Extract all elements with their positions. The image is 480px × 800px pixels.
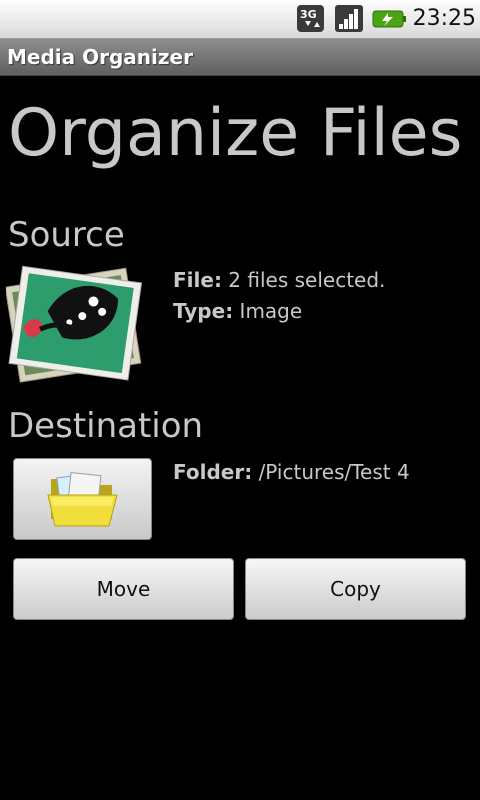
battery-charging-icon: [372, 10, 406, 28]
source-type-info: Type: Image: [173, 297, 302, 325]
butterfly-photo-stack-icon: [6, 265, 142, 383]
page-heading: Organize Files: [8, 96, 463, 171]
status-bar: 3G 23:25: [0, 0, 480, 39]
status-time: 23:25: [412, 6, 476, 31]
app-title: Media Organizer: [7, 45, 193, 69]
svg-text:3G: 3G: [300, 8, 317, 21]
destination-folder-info: Folder: /Pictures/Test 4: [173, 458, 410, 486]
type-value: Image: [239, 299, 303, 323]
app-title-bar: Media Organizer: [0, 39, 480, 76]
3g-data-icon: 3G: [297, 5, 324, 32]
signal-strength-icon: [335, 5, 363, 32]
source-file-info: File: 2 files selected.: [173, 266, 385, 294]
copy-button[interactable]: Copy: [245, 558, 466, 620]
file-value: 2 files selected.: [228, 268, 386, 292]
type-label: Type:: [173, 299, 234, 323]
folder-icon: [47, 471, 118, 527]
folder-path: /Pictures/Test 4: [258, 460, 410, 484]
destination-section-title: Destination: [8, 406, 204, 446]
file-label: File:: [173, 268, 222, 292]
folder-label: Folder:: [173, 460, 253, 484]
choose-folder-button[interactable]: [13, 458, 152, 540]
source-section-title: Source: [8, 215, 125, 255]
move-button[interactable]: Move: [13, 558, 234, 620]
